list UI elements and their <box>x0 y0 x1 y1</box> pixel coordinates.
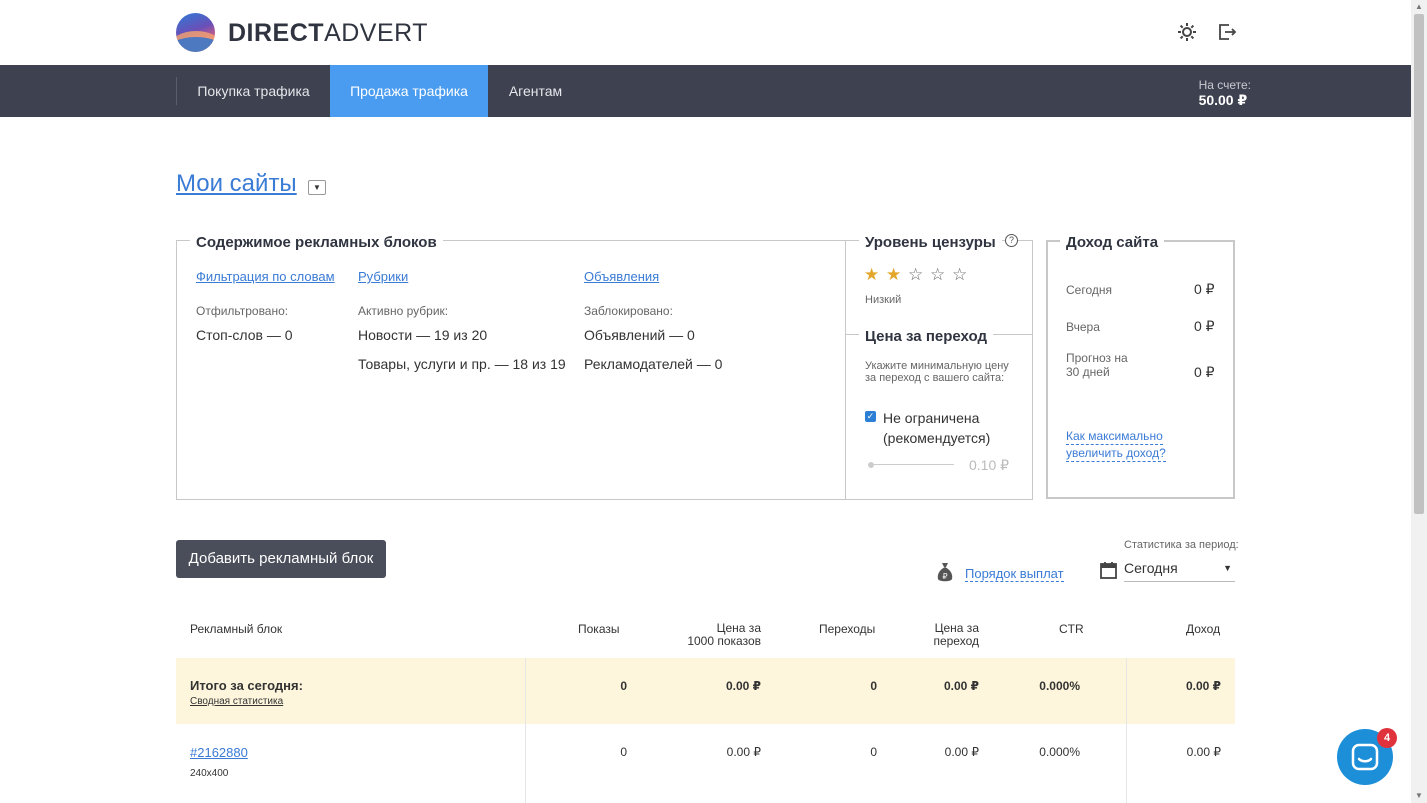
gear-icon[interactable] <box>1177 22 1197 42</box>
column-divider <box>1126 658 1127 803</box>
calendar-icon <box>1100 562 1117 579</box>
price-title: Цена за переход <box>859 328 993 345</box>
scrollbar-thumb[interactable] <box>1414 14 1424 514</box>
income-forecast-value: 0 ₽ <box>1194 364 1215 380</box>
chevron-down-icon: ▼ <box>1223 563 1232 573</box>
income-today-label: Сегодня <box>1066 283 1112 297</box>
ad-content-title: Содержимое рекламных блоков <box>190 234 443 251</box>
total-cpm: 0.00 ₽ <box>725 679 761 693</box>
row-clicks: 0 <box>870 745 877 759</box>
help-icon[interactable]: ? <box>1005 234 1018 247</box>
star-2-icon[interactable]: ★ <box>886 265 901 285</box>
total-shows: 0 <box>620 679 627 693</box>
th-clicks[interactable]: Переходы <box>819 623 875 636</box>
blocked-advertisers: Рекламодателей — 0 <box>584 356 723 372</box>
slider-handle[interactable] <box>868 462 874 468</box>
star-4-icon[interactable]: ☆ <box>930 265 945 285</box>
price-hint: Укажите минимальную цену за переход с ваш… <box>865 360 1009 384</box>
income-yesterday-label: Вчера <box>1066 320 1100 334</box>
censor-level-label: Низкий <box>865 294 902 306</box>
account-balance: На счете: 50.00 ₽ <box>1199 78 1251 109</box>
period-label: Статистика за период: <box>1124 539 1239 551</box>
ad-block-id-link[interactable]: #2162880 <box>190 745 248 760</box>
th-ad-block[interactable]: Рекламный блок <box>190 623 282 636</box>
nav-sell-traffic[interactable]: Продажа трафика <box>330 65 488 117</box>
income-yesterday-value: 0 ₽ <box>1194 318 1215 334</box>
payout-order-link[interactable]: Порядок выплат <box>965 566 1064 582</box>
th-ctr[interactable]: CTR <box>1059 623 1084 636</box>
income-title: Доход сайта <box>1060 234 1165 251</box>
total-cpc: 0.00 ₽ <box>943 679 979 693</box>
unlimited-checkbox[interactable]: ✓ <box>865 411 876 422</box>
active-rubrics-label: Активно рубрик: <box>358 304 449 318</box>
income-today-value: 0 ₽ <box>1194 281 1215 297</box>
increase-income-link[interactable]: Как максимально увеличить доход? <box>1066 428 1166 462</box>
nav-buy-traffic[interactable]: Покупка трафика <box>177 65 330 117</box>
chat-unread-badge: 4 <box>1377 728 1397 748</box>
row-shows: 0 <box>620 745 627 759</box>
row-ctr: 0.000% <box>1039 745 1080 759</box>
logout-icon[interactable] <box>1217 22 1237 42</box>
blocked-label: Заблокировано: <box>584 304 673 318</box>
price-slider[interactable] <box>874 464 954 465</box>
nav-agents[interactable]: Агентам <box>488 65 583 117</box>
brand-logo-icon[interactable] <box>176 13 215 52</box>
filter-words-link[interactable]: Фильтрация по словам <box>196 269 335 284</box>
rubric-news: Новости — 19 из 20 <box>358 327 488 343</box>
sites-dropdown-icon[interactable]: ▼ <box>308 180 326 195</box>
total-clicks: 0 <box>870 679 877 693</box>
balance-value: 50.00 ₽ <box>1198 92 1248 108</box>
blocked-ads: Объявлений — 0 <box>584 327 695 343</box>
rubric-goods: Товары, услуги и пр. — 18 из 19 <box>358 356 566 372</box>
th-shows[interactable]: Показы <box>578 623 619 636</box>
filtered-label: Отфильтровано: <box>196 304 289 318</box>
period-value: Сегодня <box>1124 560 1178 576</box>
stop-words-count: Стоп-слов — 0 <box>196 327 293 343</box>
th-cpm[interactable]: Цена за 1000 показов <box>686 622 761 648</box>
column-divider <box>525 658 526 803</box>
row-cpc: 0.00 ₽ <box>944 745 979 759</box>
total-label: Итого за сегодня: <box>190 678 303 693</box>
th-income[interactable]: Доход <box>1186 623 1220 636</box>
page-scrollbar[interactable]: ▲ ▼ <box>1411 0 1427 803</box>
star-5-icon[interactable]: ☆ <box>952 265 967 285</box>
row-cpm: 0.00 ₽ <box>726 745 761 759</box>
row-income: 0.00 ₽ <box>1186 745 1221 759</box>
star-3-icon[interactable]: ☆ <box>908 265 923 285</box>
total-income: 0.00 ₽ <box>1185 679 1221 693</box>
ad-block-size: 240x400 <box>190 768 229 779</box>
money-bag-icon: ₽ <box>937 563 953 582</box>
censor-title: Уровень цензуры <box>859 234 1002 251</box>
th-cpc[interactable]: Цена за переход <box>920 622 979 648</box>
star-1-icon[interactable]: ★ <box>864 265 879 285</box>
balance-label: На счете: <box>1198 78 1251 92</box>
chat-icon <box>1351 743 1379 771</box>
total-ctr: 0.000% <box>1039 679 1080 693</box>
summary-stats-link[interactable]: Сводная статистика <box>190 696 283 707</box>
scroll-down-icon[interactable]: ▼ <box>1415 791 1423 800</box>
scroll-up-icon[interactable]: ▲ <box>1415 2 1423 11</box>
ads-link[interactable]: Объявления <box>584 269 659 284</box>
brand-name[interactable]: DIRECTADVERT <box>228 19 428 48</box>
rubrics-link[interactable]: Рубрики <box>358 269 408 284</box>
slider-value: 0.10 ₽ <box>969 457 1010 473</box>
add-ad-block-button[interactable]: Добавить рекламный блок <box>176 540 386 578</box>
period-select[interactable]: Сегодня ▼ <box>1124 558 1235 582</box>
svg-text:₽: ₽ <box>942 572 947 581</box>
page-title[interactable]: Мои сайты <box>176 170 297 198</box>
unlimited-label[interactable]: Не ограничена (рекомендуется) <box>883 408 990 448</box>
income-forecast-label: Прогноз на 30 дней <box>1066 351 1128 379</box>
